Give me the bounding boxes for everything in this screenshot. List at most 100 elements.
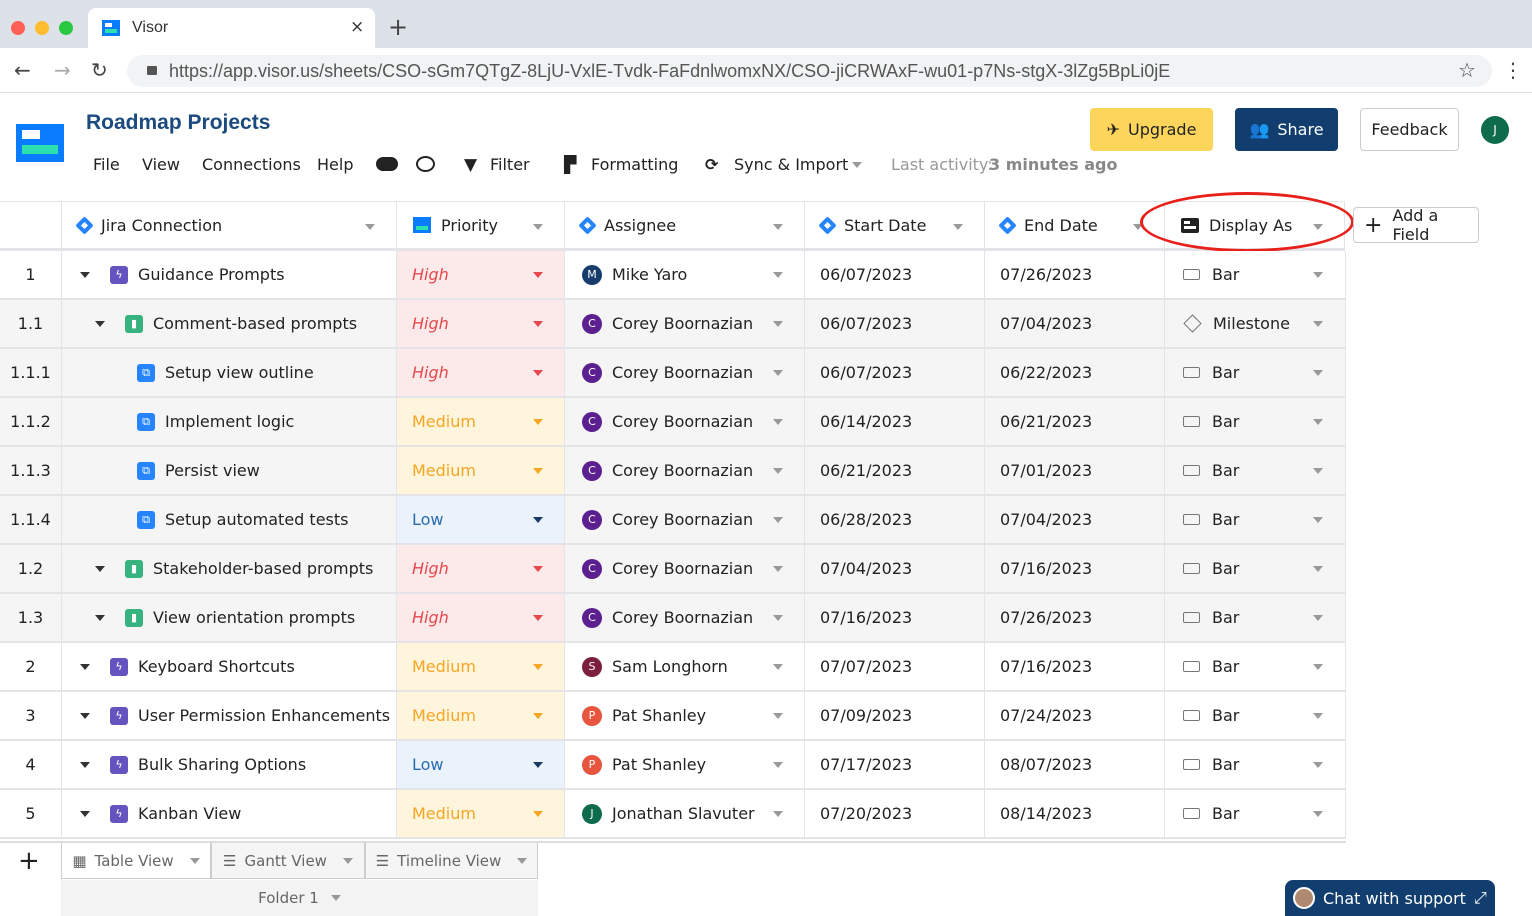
chevron-down-icon[interactable] xyxy=(533,762,543,768)
end-date-cell[interactable]: 07/01/2023 xyxy=(985,447,1165,496)
chevron-down-icon[interactable] xyxy=(342,857,353,864)
priority-select[interactable]: Medium xyxy=(397,790,565,839)
display-as-select[interactable]: Bar xyxy=(1165,692,1346,741)
minimize-window-button[interactable] xyxy=(35,21,49,35)
issue-cell[interactable]: ϟ Kanban View xyxy=(62,790,397,839)
folder-tab[interactable]: Folder 1 xyxy=(61,880,538,916)
chevron-down-icon[interactable] xyxy=(773,419,783,425)
upgrade-button[interactable]: ✈ Upgrade xyxy=(1090,108,1213,151)
menu-connections[interactable]: Connections xyxy=(202,155,301,174)
cloud-saved-icon[interactable] xyxy=(376,157,398,171)
reload-icon[interactable]: ↻ xyxy=(91,58,108,82)
chevron-down-icon[interactable] xyxy=(773,224,783,230)
priority-select[interactable]: High xyxy=(397,251,565,300)
chevron-down-icon[interactable] xyxy=(533,811,543,817)
column-header-jira-connection[interactable]: Jira Connection xyxy=(62,201,397,251)
assignee-select[interactable]: C Corey Boornazian xyxy=(565,545,805,594)
chevron-down-icon[interactable] xyxy=(1313,468,1323,474)
close-tab-icon[interactable]: × xyxy=(350,17,364,37)
start-date-cell[interactable]: 06/07/2023 xyxy=(805,251,985,300)
display-as-select[interactable]: Bar xyxy=(1165,594,1346,643)
expand-caret-icon[interactable] xyxy=(95,565,105,572)
chevron-down-icon[interactable] xyxy=(1313,370,1323,376)
issue-cell[interactable]: ⧉ Implement logic xyxy=(62,398,397,447)
chevron-down-icon[interactable] xyxy=(1313,664,1323,670)
end-date-cell[interactable]: 07/26/2023 xyxy=(985,594,1165,643)
issue-cell[interactable]: ϟ Keyboard Shortcuts xyxy=(62,643,397,692)
assignee-select[interactable]: M Mike Yaro xyxy=(565,251,805,300)
chevron-down-icon[interactable] xyxy=(1313,272,1323,278)
priority-select[interactable]: Medium xyxy=(397,398,565,447)
priority-select[interactable]: High xyxy=(397,545,565,594)
assignee-select[interactable]: C Corey Boornazian xyxy=(565,496,805,545)
display-as-select[interactable]: Bar xyxy=(1165,496,1346,545)
issue-cell[interactable]: ϟ Guidance Prompts xyxy=(62,251,397,300)
assignee-select[interactable]: P Pat Shanley xyxy=(565,741,805,790)
chevron-down-icon[interactable] xyxy=(773,566,783,572)
start-date-cell[interactable]: 07/20/2023 xyxy=(805,790,985,839)
menu-file[interactable]: File xyxy=(93,155,120,174)
chevron-down-icon[interactable] xyxy=(773,664,783,670)
end-date-cell[interactable]: 07/04/2023 xyxy=(985,496,1165,545)
chevron-down-icon[interactable] xyxy=(330,895,341,901)
chevron-down-icon[interactable] xyxy=(773,321,783,327)
maximize-window-button[interactable] xyxy=(59,21,73,35)
issue-cell[interactable]: ϟ User Permission Enhancements xyxy=(62,692,397,741)
priority-select[interactable]: Low xyxy=(397,496,565,545)
end-date-cell[interactable]: 07/04/2023 xyxy=(985,300,1165,349)
expand-caret-icon[interactable] xyxy=(80,810,90,817)
chevron-down-icon[interactable] xyxy=(1313,811,1323,817)
forward-icon[interactable]: → xyxy=(54,58,71,82)
bookmark-star-icon[interactable]: ☆ xyxy=(1458,58,1476,82)
sync-import-button[interactable]: Sync & Import xyxy=(734,155,848,174)
chevron-down-icon[interactable] xyxy=(365,224,375,230)
chevron-down-icon[interactable] xyxy=(533,321,543,327)
view-tab-gantt[interactable]: ☰ Gantt View xyxy=(211,843,365,879)
expand-caret-icon[interactable] xyxy=(95,320,105,327)
sync-dropdown-caret[interactable] xyxy=(852,162,862,168)
start-date-cell[interactable]: 06/21/2023 xyxy=(805,447,985,496)
start-date-cell[interactable]: 06/07/2023 xyxy=(805,349,985,398)
chevron-down-icon[interactable] xyxy=(533,419,543,425)
chevron-down-icon[interactable] xyxy=(533,370,543,376)
expand-caret-icon[interactable] xyxy=(80,761,90,768)
user-avatar[interactable]: J xyxy=(1481,116,1509,144)
close-window-button[interactable] xyxy=(11,21,25,35)
view-tab-timeline[interactable]: ☰ Timeline View xyxy=(365,843,538,879)
chevron-down-icon[interactable] xyxy=(533,224,543,230)
end-date-cell[interactable]: 08/07/2023 xyxy=(985,741,1165,790)
start-date-cell[interactable]: 07/16/2023 xyxy=(805,594,985,643)
display-as-select[interactable]: Bar xyxy=(1165,643,1346,692)
priority-select[interactable]: High xyxy=(397,349,565,398)
chevron-down-icon[interactable] xyxy=(773,615,783,621)
chevron-down-icon[interactable] xyxy=(773,762,783,768)
display-as-select[interactable]: Bar xyxy=(1165,398,1346,447)
chevron-down-icon[interactable] xyxy=(953,224,963,230)
assignee-select[interactable]: S Sam Longhorn xyxy=(565,643,805,692)
share-button[interactable]: 👥 Share xyxy=(1235,108,1338,151)
url-input[interactable]: https://app.visor.us/sheets/CSO-sGm7QTgZ… xyxy=(127,55,1492,87)
formatting-button[interactable]: Formatting xyxy=(591,155,678,174)
chevron-down-icon[interactable] xyxy=(773,517,783,523)
chevron-down-icon[interactable] xyxy=(533,272,543,278)
end-date-cell[interactable]: 07/16/2023 xyxy=(985,643,1165,692)
display-as-select[interactable]: Bar xyxy=(1165,741,1346,790)
chevron-down-icon[interactable] xyxy=(773,713,783,719)
end-date-cell[interactable]: 07/26/2023 xyxy=(985,251,1165,300)
chevron-down-icon[interactable] xyxy=(1313,566,1323,572)
display-as-select[interactable]: Bar xyxy=(1165,545,1346,594)
chevron-down-icon[interactable] xyxy=(533,615,543,621)
issue-cell[interactable]: ▮ View orientation prompts xyxy=(62,594,397,643)
issue-cell[interactable]: ⧉ Persist view xyxy=(62,447,397,496)
display-as-select[interactable]: Bar xyxy=(1165,447,1346,496)
column-header-end-date[interactable]: End Date xyxy=(985,201,1165,251)
issue-cell[interactable]: ▮ Stakeholder-based prompts xyxy=(62,545,397,594)
start-date-cell[interactable]: 06/28/2023 xyxy=(805,496,985,545)
priority-select[interactable]: High xyxy=(397,594,565,643)
issue-cell[interactable]: ▮ Comment-based prompts xyxy=(62,300,397,349)
chevron-down-icon[interactable] xyxy=(533,713,543,719)
chevron-down-icon[interactable] xyxy=(773,468,783,474)
column-header-assignee[interactable]: Assignee xyxy=(565,201,805,251)
column-header-start-date[interactable]: Start Date xyxy=(805,201,985,251)
assignee-select[interactable]: P Pat Shanley xyxy=(565,692,805,741)
